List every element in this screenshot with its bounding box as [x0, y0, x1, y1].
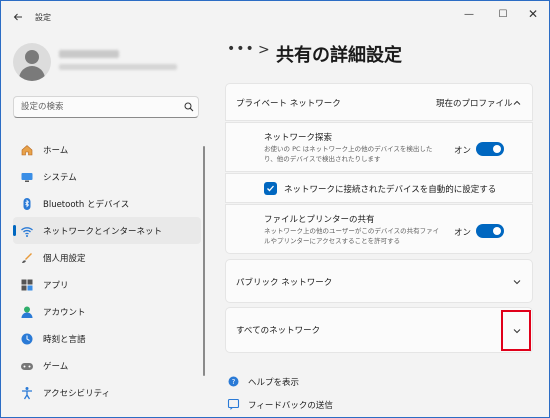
settings-window: 設定 — ☐ ✕ ホーム システム: [0, 0, 550, 418]
file-printer-sharing-setting: ファイルとプリンターの共有 ネットワーク上の他のユーザーがこのデバイスの共有ファ…: [225, 204, 533, 254]
network-discovery-title: ネットワーク探索: [264, 133, 333, 143]
feedback-link[interactable]: フィードバックの送信: [227, 398, 333, 411]
all-networks-label: すべてのネットワーク: [236, 326, 321, 336]
public-network-label: パブリック ネットワーク: [236, 278, 333, 288]
title-bar: 設定 — ☐ ✕: [1, 1, 549, 33]
chevron-down-icon: [513, 280, 521, 285]
auto-setup-setting: ネットワークに接続されたデバイスを自動的に設定する: [225, 173, 533, 203]
network-discovery-toggle-label: オン: [454, 146, 472, 156]
sidebar-nav: ホーム システム Bluetooth とデバイス ネットワークとインターネット …: [13, 136, 201, 406]
sidebar-item-bluetooth[interactable]: Bluetooth とデバイス: [13, 190, 201, 217]
minimize-button[interactable]: —: [455, 5, 483, 23]
gaming-icon: [19, 358, 34, 373]
private-network-header[interactable]: プライベート ネットワーク 現在のプロファイル: [225, 83, 533, 121]
breadcrumb-more-button[interactable]: •••: [227, 41, 255, 57]
apps-icon: [19, 277, 34, 292]
feedback-icon: [227, 398, 240, 411]
search-box: [13, 96, 199, 118]
app-title: 設定: [35, 13, 51, 22]
sidebar-item-gaming[interactable]: ゲーム: [13, 352, 201, 379]
auto-setup-label: ネットワークに接続されたデバイスを自動的に設定する: [284, 185, 497, 195]
search-input[interactable]: [14, 97, 174, 117]
file-printer-sharing-toggle[interactable]: [476, 224, 504, 238]
time-language-icon: [19, 331, 34, 346]
sidebar-scrollbar[interactable]: [203, 146, 205, 376]
svg-text:?: ?: [232, 378, 236, 386]
sidebar-item-system[interactable]: システム: [13, 163, 201, 190]
accessibility-icon: [19, 385, 34, 400]
sidebar-item-label: 時刻と言語: [43, 335, 86, 345]
avatar[interactable]: [13, 43, 51, 81]
sidebar-item-label: アクセシビリティ: [43, 389, 111, 399]
sidebar-item-label: アカウント: [43, 308, 86, 318]
sidebar-item-label: 個人用設定: [43, 254, 86, 264]
network-icon: [19, 223, 34, 238]
help-link-label: ヘルプを表示: [248, 377, 300, 388]
profile-email-redacted: [59, 64, 177, 70]
chevron-up-icon: [513, 100, 521, 105]
back-button[interactable]: [9, 8, 27, 26]
breadcrumb-separator: >: [258, 42, 270, 58]
home-icon: [19, 142, 34, 157]
profile-name-redacted: [59, 50, 119, 58]
maximize-button[interactable]: ☐: [489, 5, 517, 23]
network-discovery-setting: ネットワーク探索 お使いの PC はネットワーク上の他のデバイスを検出したり、他…: [225, 122, 533, 172]
auto-setup-checkbox[interactable]: [264, 182, 277, 195]
network-discovery-description: お使いの PC はネットワーク上の他のデバイスを検出したり、他のデバイスで検出さ…: [264, 145, 433, 163]
checkmark-icon: [267, 185, 274, 192]
close-button[interactable]: ✕: [519, 5, 547, 23]
sidebar-item-label: システム: [43, 173, 77, 183]
sidebar-item-label: ホーム: [43, 146, 69, 156]
network-discovery-toggle[interactable]: [476, 142, 504, 156]
sidebar-item-label: アプリ: [43, 281, 69, 291]
file-printer-sharing-title: ファイルとプリンターの共有: [264, 215, 375, 225]
help-link[interactable]: ? ヘルプを表示: [227, 375, 299, 388]
bluetooth-icon: [19, 196, 34, 211]
help-icon: ?: [227, 375, 240, 388]
feedback-link-label: フィードバックの送信: [248, 400, 333, 411]
private-network-label: プライベート ネットワーク: [236, 99, 341, 109]
all-networks-header[interactable]: すべてのネットワーク: [225, 307, 533, 353]
file-printer-sharing-toggle-label: オン: [454, 228, 472, 238]
sidebar-item-network[interactable]: ネットワークとインターネット: [13, 217, 201, 244]
personalization-icon: [19, 250, 34, 265]
highlight-annotation: [501, 310, 531, 351]
sidebar-item-home[interactable]: ホーム: [13, 136, 201, 163]
sidebar-item-label: ネットワークとインターネット: [43, 227, 163, 237]
sidebar-item-time-language[interactable]: 時刻と言語: [13, 325, 201, 352]
sidebar-item-apps[interactable]: アプリ: [13, 271, 201, 298]
current-profile-label: 現在のプロファイル: [436, 99, 513, 109]
account-icon: [19, 304, 34, 319]
sidebar-item-label: ゲーム: [43, 362, 69, 372]
system-icon: [19, 169, 34, 184]
public-network-header[interactable]: パブリック ネットワーク: [225, 259, 533, 303]
sidebar-item-accessibility[interactable]: アクセシビリティ: [13, 379, 201, 406]
sidebar-item-accounts[interactable]: アカウント: [13, 298, 201, 325]
back-arrow-icon: [13, 13, 22, 21]
sidebar-item-personalization[interactable]: 個人用設定: [13, 244, 201, 271]
page-title: 共有の詳細設定: [276, 45, 402, 66]
file-printer-sharing-description: ネットワーク上の他のユーザーがこのデバイスの共有ファイルやプリンターにアクセスす…: [264, 227, 440, 245]
search-icon[interactable]: [184, 102, 194, 112]
sidebar-item-label: Bluetooth とデバイス: [43, 200, 130, 210]
